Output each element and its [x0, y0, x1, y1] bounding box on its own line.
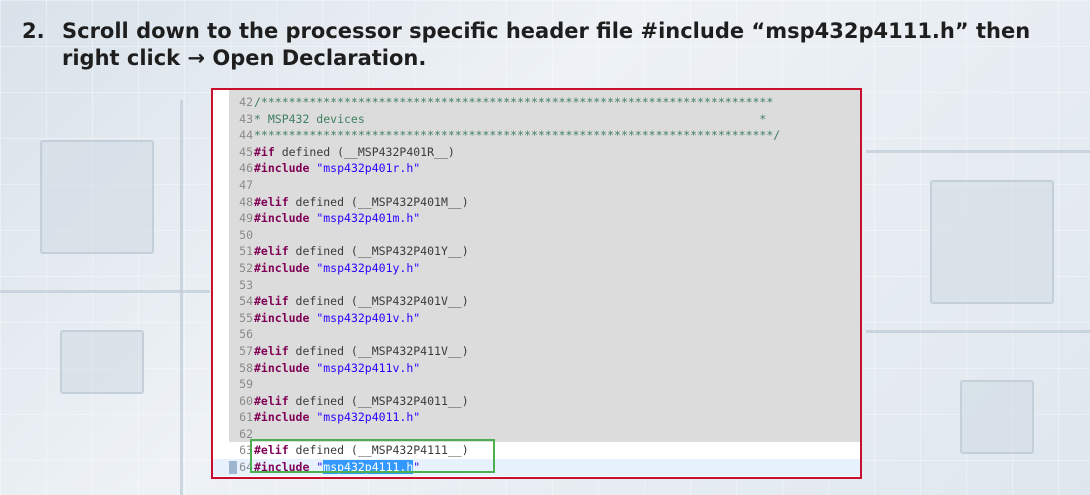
- code-token: defined (__MSP432P411V__): [288, 343, 469, 358]
- step-text: Scroll down to the processor specific he…: [62, 19, 1031, 70]
- code-token: "msp432p401v.h": [316, 310, 421, 325]
- code-text: #elif defined (__MSP432P4011__): [254, 393, 469, 410]
- code-text: #include "msp432p401m.h": [254, 210, 420, 227]
- line-number: 51: [239, 244, 253, 259]
- code-token: defined (__MSP432P401M__): [288, 194, 469, 209]
- code-line[interactable]: 53: [213, 277, 860, 294]
- code-text: #elif defined (__MSP432P401V__): [254, 293, 469, 310]
- code-line[interactable]: 52 #include "msp432p401y.h": [213, 260, 860, 277]
- code-line[interactable]: 59: [213, 376, 860, 393]
- code-token: #elif: [254, 244, 289, 259]
- code-token: defined (__MSP432P4011__): [288, 393, 469, 408]
- code-line[interactable]: 54 #elif defined (__MSP432P401V__): [213, 293, 860, 310]
- chip-decoration: [60, 330, 144, 394]
- include-highlight-box: [250, 439, 495, 473]
- code-token: "msp432p401m.h": [316, 211, 421, 226]
- code-text: #if defined (__MSP432P401R__): [254, 144, 455, 161]
- code-line[interactable]: 48 #elif defined (__MSP432P401M__): [213, 194, 860, 211]
- code-token: /***************************************…: [254, 95, 774, 109]
- code-text: #include "msp432p401r.h": [254, 160, 420, 177]
- code-line[interactable]: 50: [213, 227, 860, 244]
- code-token: #if: [254, 144, 275, 159]
- code-line[interactable]: 46 #include "msp432p401r.h": [213, 160, 860, 177]
- line-number: 59: [239, 377, 253, 392]
- code-token: #elif: [254, 194, 289, 209]
- code-line[interactable]: 43 * MSP432 devices *: [213, 111, 860, 128]
- line-number: 42: [239, 95, 253, 109]
- code-text: #elif defined (__MSP432P401M__): [254, 194, 469, 211]
- code-line[interactable]: 58 #include "msp432p411v.h": [213, 360, 860, 377]
- code-token: "msp432p401r.h": [316, 161, 421, 176]
- code-token: #include: [254, 310, 310, 325]
- code-lines: 42/*************************************…: [213, 94, 860, 476]
- code-line[interactable]: 49 #include "msp432p401m.h": [213, 210, 860, 227]
- code-token: "msp432p4011.h": [316, 410, 421, 425]
- code-token: #elif: [254, 393, 289, 408]
- code-line[interactable]: 47: [213, 177, 860, 194]
- line-number: 50: [239, 227, 253, 242]
- line-number: 46: [239, 161, 253, 176]
- code-text: /***************************************…: [254, 94, 773, 111]
- line-number: 58: [239, 360, 253, 375]
- code-text: * MSP432 devices *: [254, 111, 766, 128]
- code-text: #include "msp432p401y.h": [254, 260, 420, 277]
- code-editor[interactable]: 42/*************************************…: [211, 88, 862, 479]
- line-number: 57: [239, 343, 253, 358]
- code-line[interactable]: 56: [213, 326, 860, 343]
- code-token: #include: [254, 360, 310, 375]
- chip-decoration: [960, 380, 1034, 454]
- code-token: #include: [254, 211, 310, 226]
- code-token: defined (__MSP432P401V__): [288, 294, 469, 309]
- code-line[interactable]: 55 #include "msp432p401v.h": [213, 310, 860, 327]
- code-token: #include: [254, 260, 310, 275]
- line-number: 45: [239, 144, 253, 159]
- trace-decoration: [866, 330, 1090, 333]
- code-token: "msp432p411v.h": [316, 360, 421, 375]
- code-text: ****************************************…: [254, 127, 780, 144]
- code-token: ****************************************…: [254, 128, 781, 143]
- code-token: #include: [254, 161, 310, 176]
- line-number: 44: [239, 128, 253, 143]
- line-number: 54: [239, 294, 253, 309]
- code-token: #elif: [254, 294, 289, 309]
- line-number: 55: [239, 310, 253, 325]
- code-text: #include "msp432p4011.h": [254, 409, 420, 426]
- line-number: 56: [239, 327, 253, 342]
- line-number: 47: [239, 177, 253, 192]
- trace-decoration: [0, 290, 210, 293]
- code-text: #elif defined (__MSP432P401Y__): [254, 243, 469, 260]
- line-number: 52: [239, 260, 253, 275]
- code-text: #include "msp432p411v.h": [254, 360, 420, 377]
- line-number: 48: [239, 194, 253, 209]
- code-token: "msp432p401y.h": [316, 260, 421, 275]
- code-line[interactable]: 61 #include "msp432p4011.h": [213, 409, 860, 426]
- code-token: * MSP432 devices *: [254, 111, 767, 126]
- chip-decoration: [930, 180, 1054, 304]
- trace-decoration: [180, 100, 183, 495]
- code-token: defined (__MSP432P401Y__): [288, 244, 469, 259]
- code-text: #include "msp432p401v.h": [254, 310, 420, 327]
- code-line[interactable]: 57 #elif defined (__MSP432P411V__): [213, 343, 860, 360]
- code-token: #include: [254, 410, 310, 425]
- chip-decoration: [40, 140, 154, 254]
- code-line[interactable]: 44 **************************************…: [213, 127, 860, 144]
- line-number: 43: [239, 111, 253, 126]
- line-number: 53: [239, 277, 253, 292]
- code-token: #elif: [254, 343, 289, 358]
- line-number: 61: [239, 410, 253, 425]
- code-text: #elif defined (__MSP432P411V__): [254, 343, 469, 360]
- code-line[interactable]: 45 #if defined (__MSP432P401R__): [213, 144, 860, 161]
- code-token: defined (__MSP432P401R__): [274, 144, 455, 159]
- line-number: 60: [239, 393, 253, 408]
- trace-decoration: [866, 150, 1090, 153]
- code-line[interactable]: 60 #elif defined (__MSP432P4011__): [213, 393, 860, 410]
- step-number: 2.: [22, 19, 45, 43]
- code-line[interactable]: 51 #elif defined (__MSP432P401Y__): [213, 243, 860, 260]
- line-number: 49: [239, 211, 253, 226]
- code-line[interactable]: 42/*************************************…: [213, 94, 860, 111]
